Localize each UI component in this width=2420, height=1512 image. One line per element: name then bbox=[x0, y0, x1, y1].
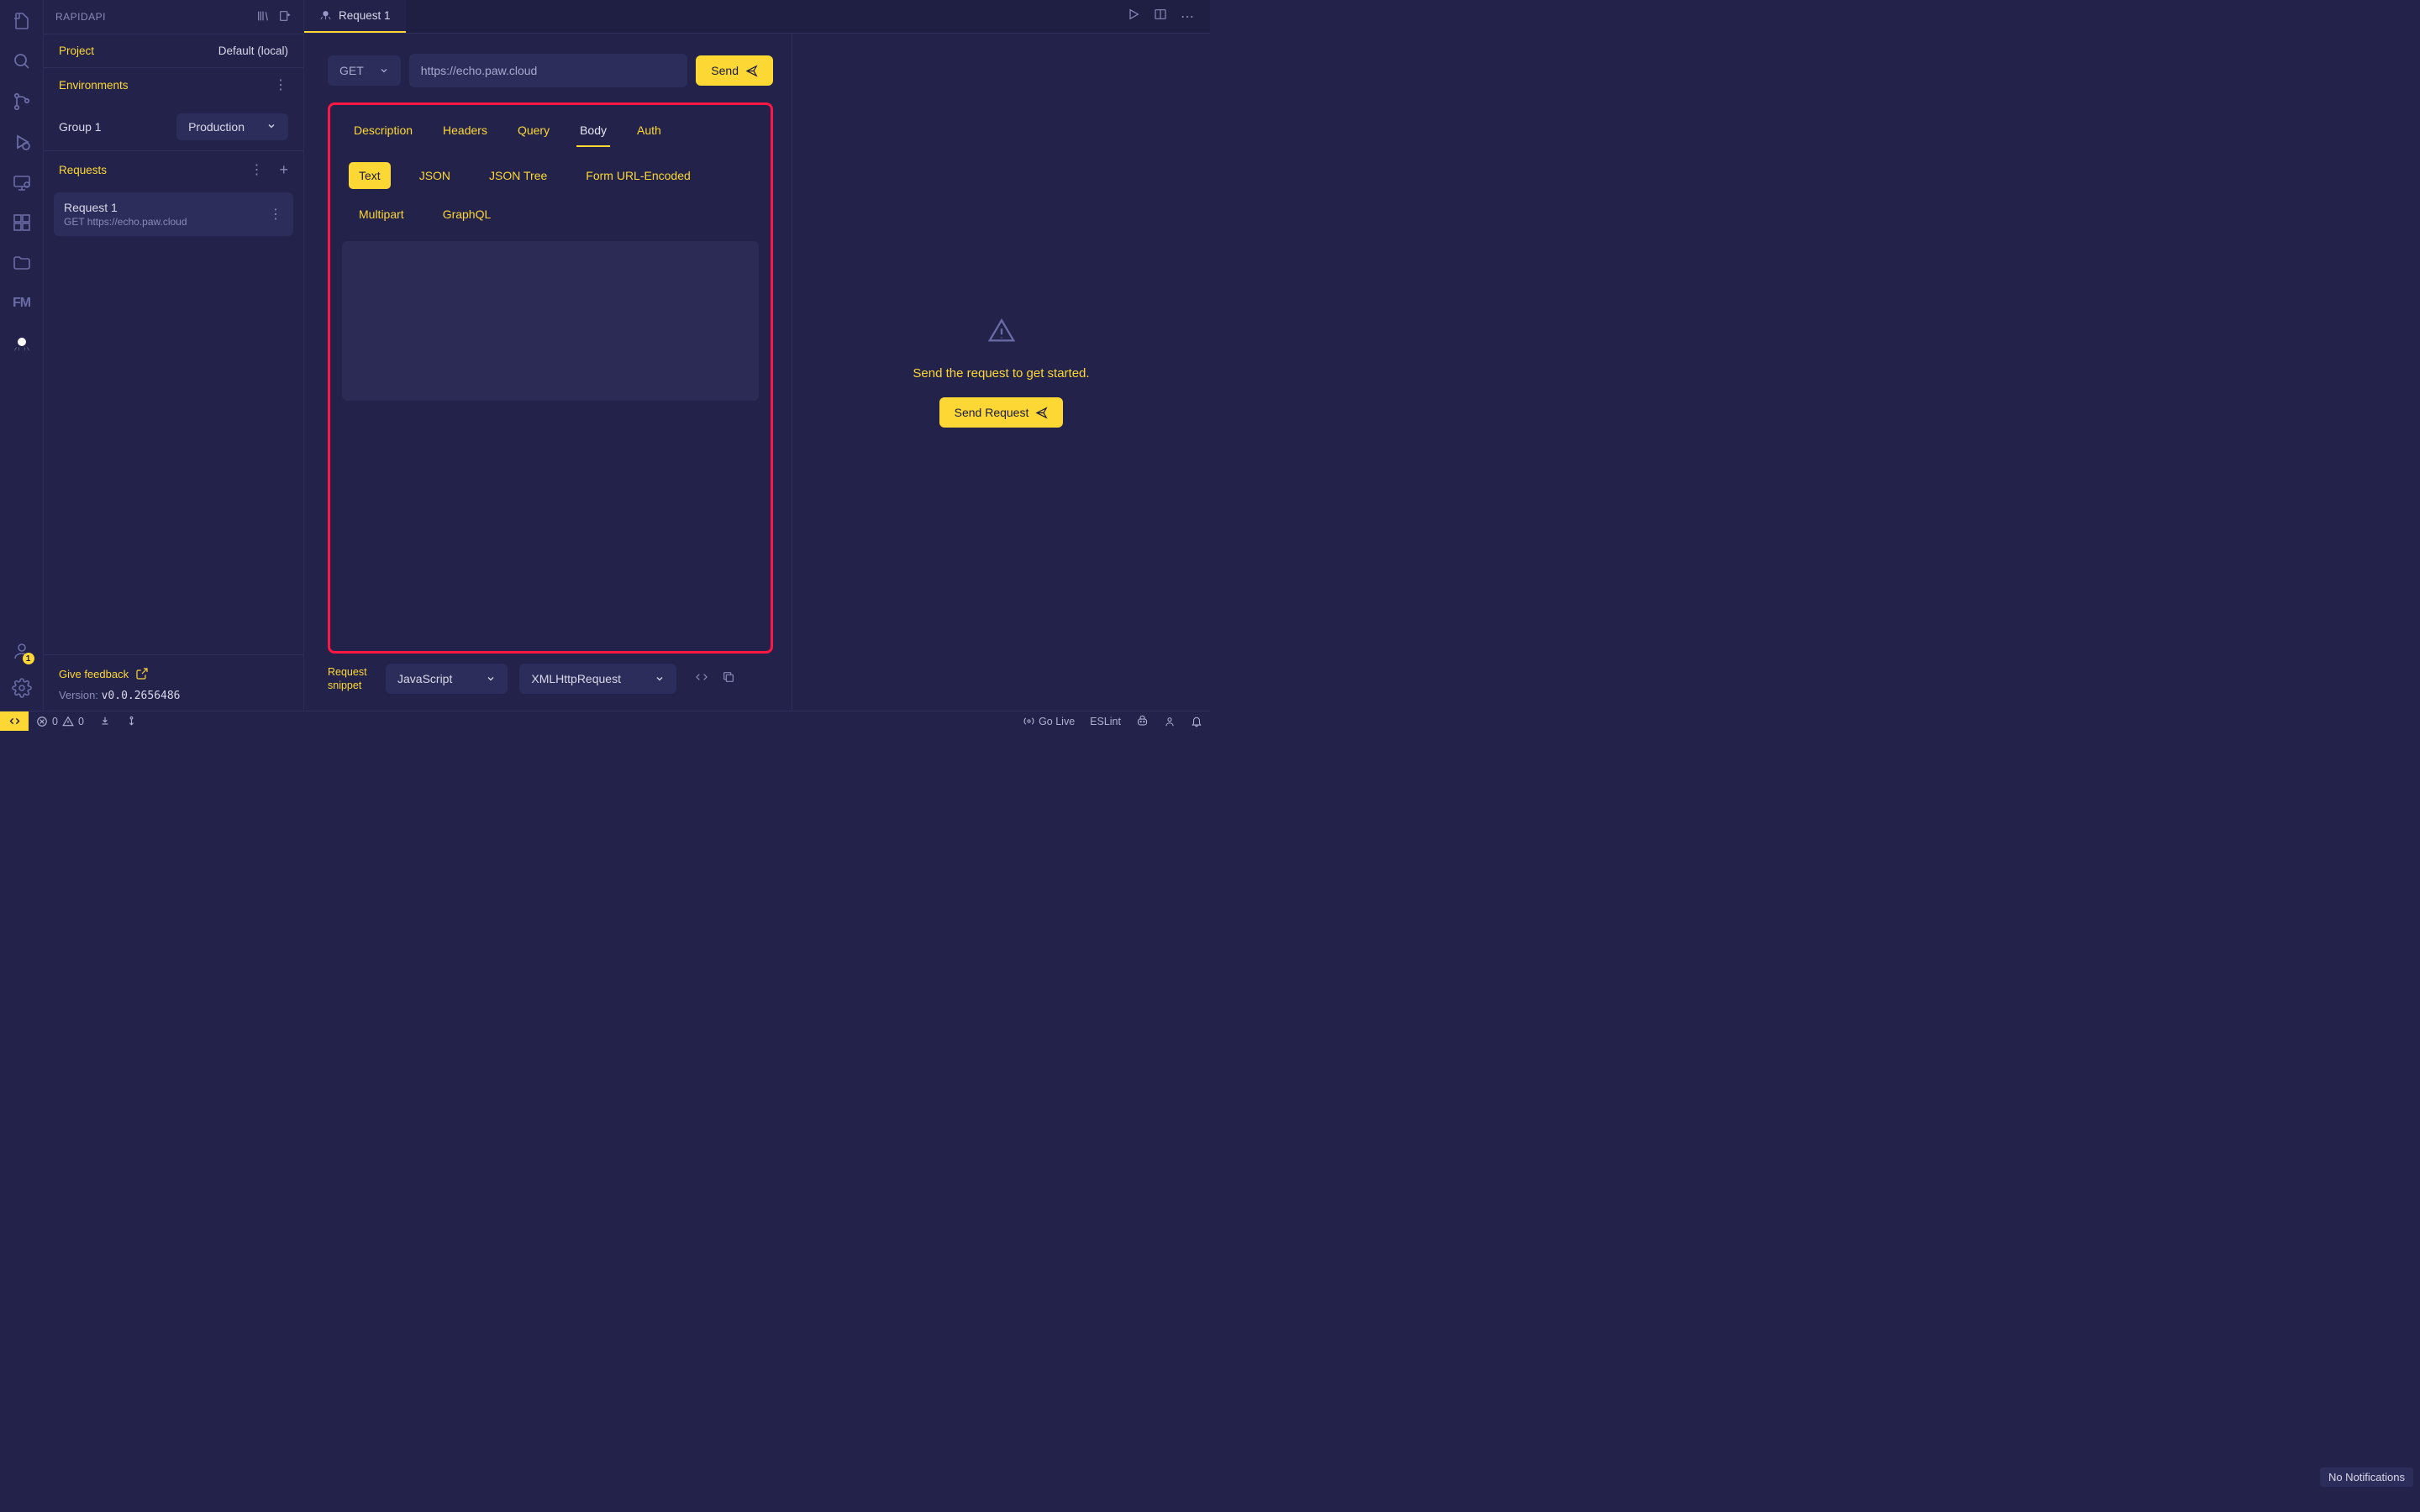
port-icon bbox=[99, 716, 111, 727]
request-config-panel: Description Headers Query Body Auth Text… bbox=[328, 102, 773, 654]
account-icon[interactable]: 1 bbox=[11, 640, 33, 662]
request-item-name: Request 1 bbox=[64, 201, 187, 214]
tab-body[interactable]: Body bbox=[576, 118, 610, 147]
requests-label: Requests bbox=[59, 164, 107, 176]
request-item-menu-icon[interactable]: ⋮ bbox=[269, 206, 283, 223]
run-icon[interactable] bbox=[1127, 8, 1140, 25]
snippet-row: Request snippet JavaScript XMLHttpReques… bbox=[328, 654, 773, 701]
status-bar: 0 0 Go Live ESLint bbox=[0, 711, 1210, 731]
side-panel-header: RAPIDAPI bbox=[44, 0, 303, 34]
project-row[interactable]: Project Default (local) bbox=[44, 34, 303, 67]
method-value: GET bbox=[339, 64, 364, 77]
environments-menu-icon[interactable]: ⋮ bbox=[274, 76, 288, 93]
person-icon bbox=[1164, 716, 1176, 727]
body-type-selector: Text JSON JSON Tree Form URL-Encoded Mul… bbox=[342, 147, 759, 241]
chevron-down-icon bbox=[655, 674, 665, 684]
send-icon bbox=[1035, 407, 1048, 419]
code-icon[interactable] bbox=[695, 670, 708, 688]
activity-bar: FM 1 bbox=[0, 0, 44, 711]
send-button[interactable]: Send bbox=[696, 55, 773, 86]
warning-icon bbox=[62, 716, 74, 727]
response-panel: Send the request to get started. Send Re… bbox=[792, 34, 1210, 711]
status-sync[interactable] bbox=[118, 716, 145, 727]
copilot-icon bbox=[1136, 715, 1149, 727]
debug-icon[interactable] bbox=[11, 131, 33, 153]
url-input[interactable] bbox=[409, 54, 688, 87]
chevron-down-icon bbox=[266, 120, 276, 134]
status-problems[interactable]: 0 0 bbox=[29, 716, 92, 727]
request-tabs: Description Headers Query Body Auth bbox=[342, 118, 759, 147]
fm-icon[interactable]: FM bbox=[11, 292, 33, 314]
body-type-json[interactable]: JSON bbox=[409, 162, 460, 189]
sync-icon bbox=[126, 716, 137, 727]
extensions-icon[interactable] bbox=[11, 212, 33, 234]
project-value: Default (local) bbox=[218, 45, 288, 57]
settings-icon[interactable] bbox=[11, 677, 33, 699]
error-icon bbox=[36, 716, 48, 727]
environment-dropdown[interactable]: Production bbox=[176, 113, 288, 140]
project-label: Project bbox=[59, 45, 94, 57]
account-badge: 1 bbox=[23, 653, 34, 664]
body-type-graphql[interactable]: GraphQL bbox=[433, 201, 502, 228]
split-editor-icon[interactable] bbox=[1154, 8, 1167, 25]
env-group-name: Group 1 bbox=[59, 120, 102, 134]
body-type-text[interactable]: Text bbox=[349, 162, 391, 189]
snippet-library-select[interactable]: XMLHttpRequest bbox=[519, 664, 676, 694]
source-control-icon[interactable] bbox=[11, 91, 33, 113]
tab-auth[interactable]: Auth bbox=[634, 118, 665, 147]
editor-tab[interactable]: Request 1 bbox=[304, 0, 406, 33]
send-request-button[interactable]: Send Request bbox=[939, 397, 1064, 428]
chevron-down-icon bbox=[486, 674, 496, 684]
side-panel-title: RAPIDAPI bbox=[55, 11, 106, 23]
feedback-label: Give feedback bbox=[59, 668, 129, 680]
empty-state-text: Send the request to get started. bbox=[913, 366, 1089, 381]
request-item-detail: GET https://echo.paw.cloud bbox=[64, 216, 187, 228]
search-icon[interactable] bbox=[11, 50, 33, 72]
body-text-input[interactable] bbox=[342, 241, 759, 401]
library-icon[interactable] bbox=[256, 9, 270, 25]
tab-query[interactable]: Query bbox=[514, 118, 553, 147]
tab-description[interactable]: Description bbox=[350, 118, 416, 147]
status-go-live[interactable]: Go Live bbox=[1016, 716, 1082, 727]
tab-title: Request 1 bbox=[339, 9, 391, 22]
request-list-item[interactable]: Request 1 GET https://echo.paw.cloud ⋮ bbox=[54, 192, 293, 236]
broadcast-icon bbox=[1023, 716, 1034, 727]
export-icon[interactable] bbox=[278, 9, 292, 25]
status-feedback[interactable] bbox=[1156, 716, 1183, 727]
environment-selected: Production bbox=[188, 120, 245, 134]
tab-overflow-icon[interactable]: ⋯ bbox=[1181, 8, 1195, 25]
method-select[interactable]: GET bbox=[328, 55, 401, 86]
side-panel: RAPIDAPI Project Default (local) Environ… bbox=[44, 0, 304, 711]
send-icon bbox=[745, 65, 758, 77]
give-feedback-link[interactable]: Give feedback bbox=[59, 667, 288, 680]
send-label: Send bbox=[711, 64, 739, 77]
snippet-label: Request snippet bbox=[328, 665, 374, 693]
body-type-multipart[interactable]: Multipart bbox=[349, 201, 414, 228]
requests-menu-icon[interactable]: ⋮ bbox=[250, 161, 264, 179]
status-copilot[interactable] bbox=[1128, 715, 1156, 727]
tab-headers[interactable]: Headers bbox=[439, 118, 491, 147]
body-type-form-url[interactable]: Form URL-Encoded bbox=[576, 162, 701, 189]
alert-icon bbox=[987, 317, 1016, 349]
body-type-json-tree[interactable]: JSON Tree bbox=[479, 162, 557, 189]
explorer-icon[interactable] bbox=[11, 10, 33, 32]
editor-tab-bar: Request 1 ⋯ bbox=[304, 0, 1210, 34]
rapidapi-tab-icon bbox=[319, 8, 332, 24]
remote-indicator[interactable] bbox=[0, 711, 29, 731]
copy-icon[interactable] bbox=[722, 670, 735, 688]
external-link-icon bbox=[135, 667, 149, 680]
rapidapi-icon[interactable] bbox=[11, 333, 33, 354]
chevron-down-icon bbox=[379, 66, 389, 76]
status-notifications[interactable] bbox=[1183, 716, 1210, 727]
version-text: Version: v0.0.2656486 bbox=[59, 689, 288, 702]
snippet-language-select[interactable]: JavaScript bbox=[386, 664, 508, 694]
add-request-icon[interactable]: + bbox=[279, 161, 288, 179]
folder-icon[interactable] bbox=[11, 252, 33, 274]
bell-icon bbox=[1191, 716, 1202, 727]
remote-explorer-icon[interactable] bbox=[11, 171, 33, 193]
environments-label: Environments bbox=[59, 79, 129, 92]
no-notifications-tooltip: No Notifications bbox=[2320, 1467, 2413, 1487]
status-eslint[interactable]: ESLint bbox=[1082, 716, 1128, 727]
status-ports[interactable] bbox=[92, 716, 118, 727]
